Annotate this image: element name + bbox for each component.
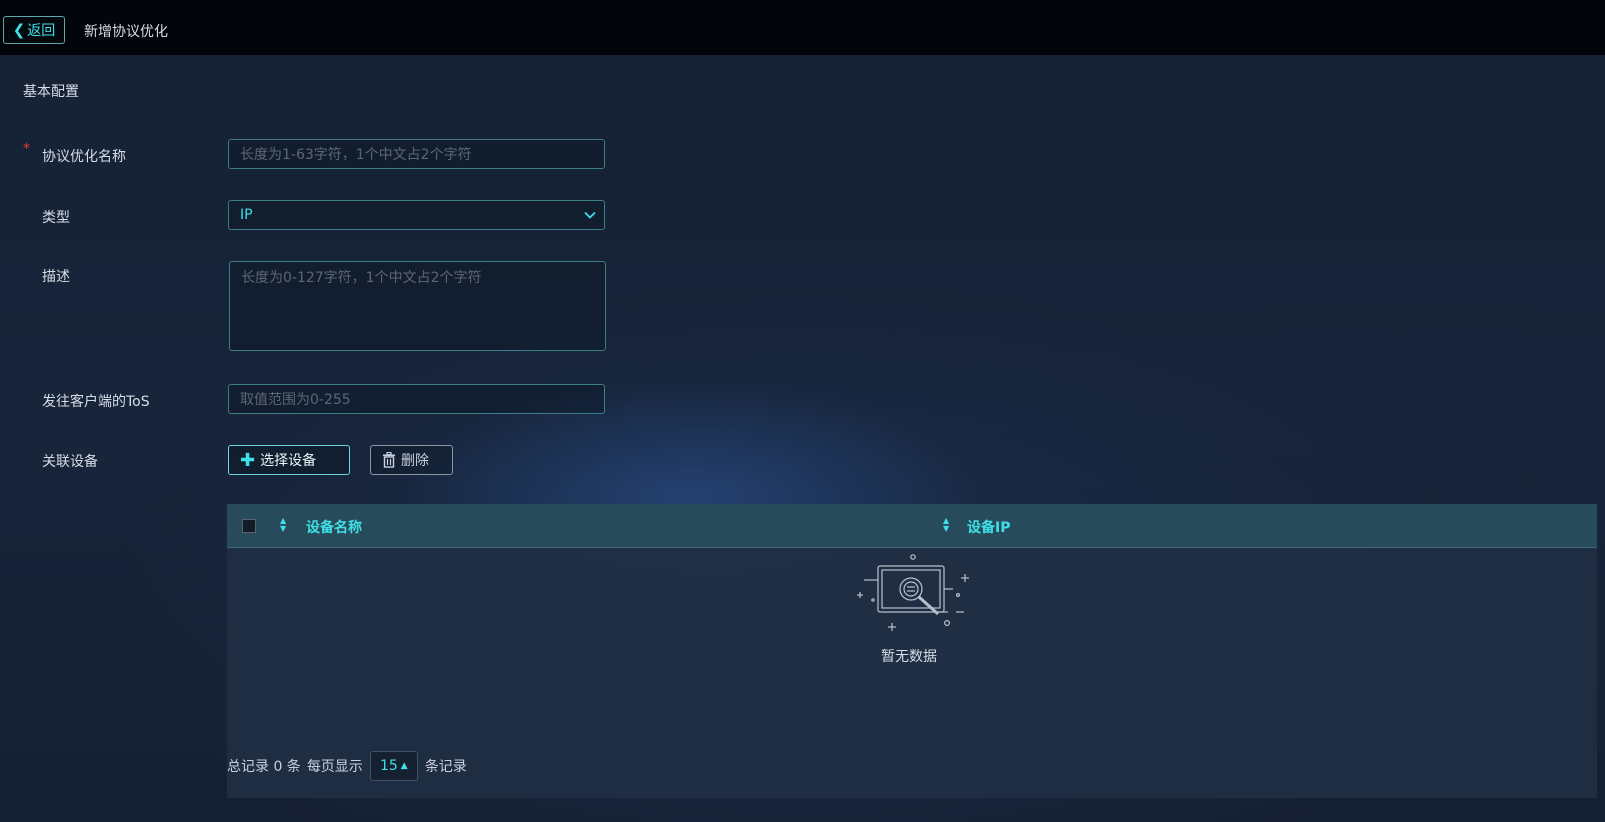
type-select[interactable]: IP bbox=[228, 200, 605, 230]
trash-icon bbox=[383, 452, 395, 468]
description-textarea[interactable]: 长度为0-127字符，1个中文占2个字符 bbox=[229, 261, 606, 351]
table-header: ▲ ▼ 设备名称 ▲ ▼ 设备IP bbox=[227, 504, 1597, 548]
sort-icon[interactable]: ▲ ▼ bbox=[943, 517, 949, 533]
select-all-checkbox[interactable] bbox=[242, 519, 256, 533]
plus-icon: ✚ bbox=[240, 449, 256, 471]
app-window: ❮ 返回 新增协议优化 基本配置 * 协议优化名称 长度为1-63字符，1个中文… bbox=[0, 0, 1605, 822]
select-device-label: 选择设备 bbox=[260, 453, 317, 469]
type-label: 类型 bbox=[42, 210, 70, 226]
name-input[interactable]: 长度为1-63字符，1个中文占2个字符 bbox=[228, 139, 605, 169]
top-bar: ❮ 返回 新增协议优化 bbox=[0, 0, 1605, 55]
per-page-prefix: 每页显示 bbox=[306, 759, 363, 775]
select-device-button[interactable]: ✚ 选择设备 bbox=[228, 445, 350, 475]
devices-label: 关联设备 bbox=[42, 454, 98, 470]
name-label: 协议优化名称 bbox=[42, 149, 126, 165]
delete-button[interactable]: 删除 bbox=[370, 445, 453, 475]
type-value: IP bbox=[240, 207, 253, 223]
pagination: 总记录 0 条 每页显示 15 ▲ 条记录 bbox=[227, 750, 467, 782]
column-device-ip[interactable]: 设备IP bbox=[967, 517, 1010, 537]
column-device-name[interactable]: 设备名称 bbox=[306, 517, 362, 537]
section-title: 基本配置 bbox=[23, 84, 79, 100]
required-mark: * bbox=[23, 141, 30, 157]
delete-label: 删除 bbox=[401, 453, 429, 469]
description-placeholder: 长度为0-127字符，1个中文占2个字符 bbox=[241, 270, 482, 286]
device-table: ▲ ▼ 设备名称 ▲ ▼ 设备IP 暂无数据 总记录 0 条 每页显示 15 ▲… bbox=[227, 504, 1597, 798]
sort-icon[interactable]: ▲ ▼ bbox=[280, 517, 286, 533]
total-records: 总记录 0 条 bbox=[227, 759, 301, 775]
empty-data-icon bbox=[857, 554, 969, 631]
page-size-value: 15 bbox=[379, 758, 398, 774]
chevron-up-icon: ▲ bbox=[400, 761, 408, 771]
back-label: 返回 bbox=[27, 23, 56, 39]
empty-text: 暂无数据 bbox=[881, 649, 937, 665]
chevron-left-icon: ❮ bbox=[12, 21, 26, 39]
per-page-suffix: 条记录 bbox=[424, 759, 467, 775]
back-button[interactable]: ❮ 返回 bbox=[3, 16, 65, 44]
description-label: 描述 bbox=[42, 269, 70, 285]
chevron-down-icon bbox=[584, 211, 596, 219]
page-title: 新增协议优化 bbox=[84, 24, 168, 40]
page-size-select[interactable]: 15 ▲ bbox=[369, 751, 418, 781]
name-placeholder: 长度为1-63字符，1个中文占2个字符 bbox=[240, 147, 472, 163]
tos-label: 发往客户端的ToS bbox=[42, 394, 150, 410]
tos-placeholder: 取值范围为0-255 bbox=[240, 392, 351, 408]
tos-input[interactable]: 取值范围为0-255 bbox=[228, 384, 605, 414]
